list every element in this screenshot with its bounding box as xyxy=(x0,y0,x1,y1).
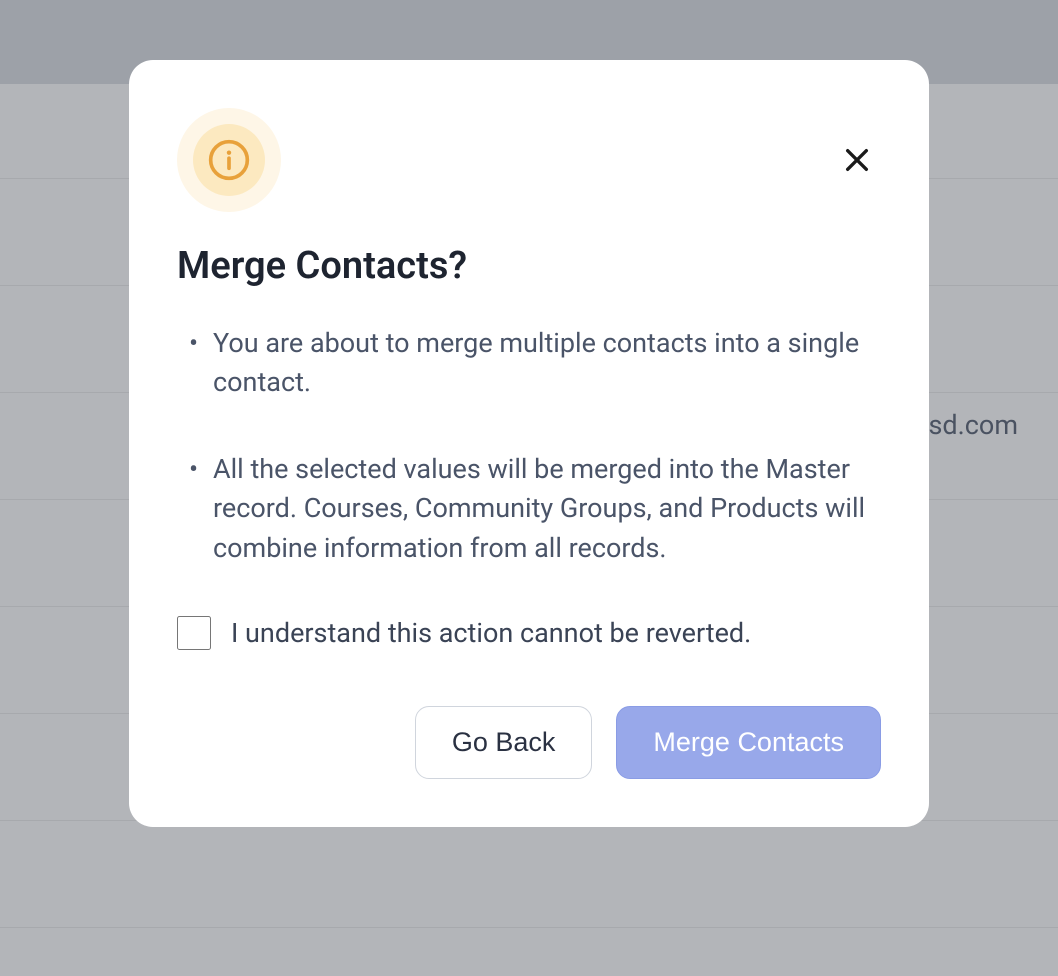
merge-contacts-modal: Merge Contacts? You are about to merge m… xyxy=(129,60,929,827)
merge-contacts-button[interactable]: Merge Contacts xyxy=(616,706,881,779)
info-icon xyxy=(207,138,251,182)
modal-bullet-item: All the selected values will be merged i… xyxy=(177,450,881,567)
button-row: Go Back Merge Contacts xyxy=(177,706,881,779)
modal-overlay: Merge Contacts? You are about to merge m… xyxy=(0,0,1058,976)
go-back-button[interactable]: Go Back xyxy=(415,706,593,779)
modal-bullet-list: You are about to merge multiple contacts… xyxy=(177,324,881,568)
modal-bullet-item: You are about to merge multiple contacts… xyxy=(177,324,881,402)
modal-header xyxy=(177,108,881,212)
info-icon-wrapper xyxy=(177,108,281,212)
modal-title: Merge Contacts? xyxy=(177,244,881,288)
close-button[interactable] xyxy=(833,136,881,187)
confirm-row: I understand this action cannot be rever… xyxy=(177,616,881,650)
confirm-checkbox[interactable] xyxy=(177,616,211,650)
close-icon xyxy=(841,144,873,176)
info-icon-inner xyxy=(193,124,265,196)
confirm-label: I understand this action cannot be rever… xyxy=(231,617,751,649)
